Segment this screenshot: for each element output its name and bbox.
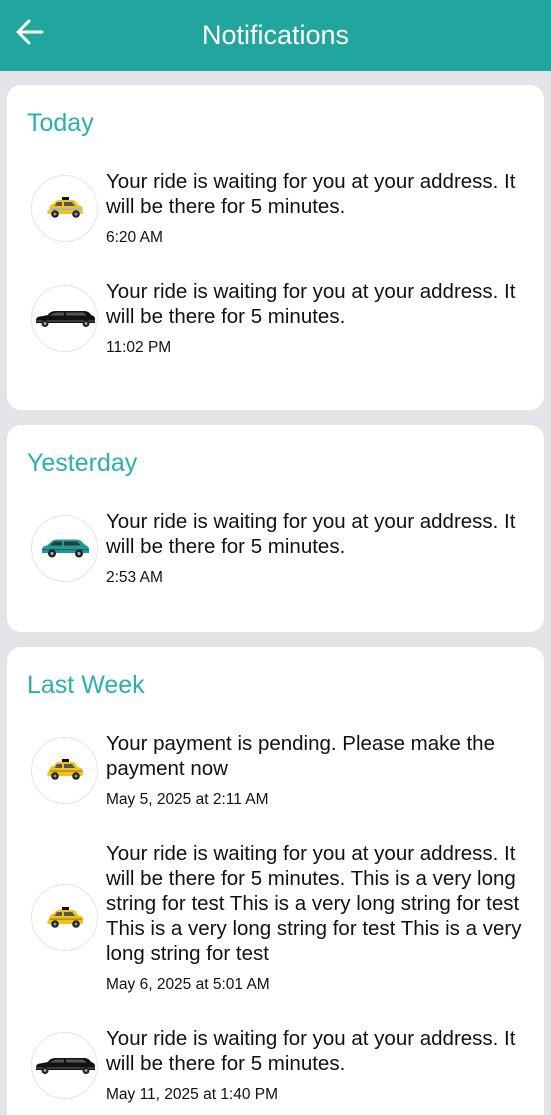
taxi-car-icon [31, 174, 98, 242]
notification-message: Your payment is pending. Please make the… [106, 732, 495, 780]
notification-item[interactable]: Your ride is waiting for you at your add… [27, 841, 524, 1026]
suv-car-icon [31, 514, 98, 582]
section-yesterday: Yesterday Your ride is waiting for you a… [7, 425, 544, 632]
notification-message: Your ride is waiting for you at your add… [106, 510, 516, 558]
notification-time: May 6, 2025 at 5:01 AM [106, 976, 270, 993]
notification-item[interactable]: Your ride is waiting for you at your add… [27, 509, 524, 619]
notification-time: May 5, 2025 at 2:11 AM [106, 791, 269, 808]
taxi-car-icon [31, 736, 98, 804]
notification-message: Your ride is waiting for you at your add… [106, 1027, 516, 1075]
section-last-week: Last Week Your payment is pending. Pleas… [7, 647, 544, 1115]
notification-message: Your ride is waiting for you at your add… [106, 842, 522, 965]
back-button[interactable] [14, 16, 46, 48]
arrow-left-icon [16, 19, 44, 45]
taxi-car-icon [31, 884, 98, 951]
notification-time: 2:53 AM [106, 569, 163, 586]
notification-item[interactable]: Your ride is waiting for you at your add… [27, 279, 524, 389]
limousine-icon [31, 284, 98, 352]
section-title: Today [27, 109, 94, 137]
notification-time: 11:02 PM [106, 339, 172, 356]
notifications-list: Today Your ride is waiting for you at yo… [0, 71, 551, 1115]
notification-time: May 11, 2025 at 1:40 PM [106, 1086, 279, 1103]
notification-item[interactable]: Your payment is pending. Please make the… [27, 731, 524, 841]
notification-item[interactable]: Your ride is waiting for you at your add… [27, 1026, 524, 1115]
notification-message: Your ride is waiting for you at your add… [106, 280, 516, 328]
section-title: Yesterday [27, 449, 138, 477]
notification-item[interactable]: Your ride is waiting for you at your add… [27, 169, 524, 279]
section-title: Last Week [27, 671, 145, 699]
limousine-icon [31, 1031, 98, 1099]
section-today: Today Your ride is waiting for you at yo… [7, 85, 544, 410]
page-title: Notifications [201, 20, 350, 50]
app-header: Notifications [0, 0, 551, 71]
notification-message: Your ride is waiting for you at your add… [106, 170, 516, 218]
notification-time: 6:20 AM [106, 229, 163, 246]
